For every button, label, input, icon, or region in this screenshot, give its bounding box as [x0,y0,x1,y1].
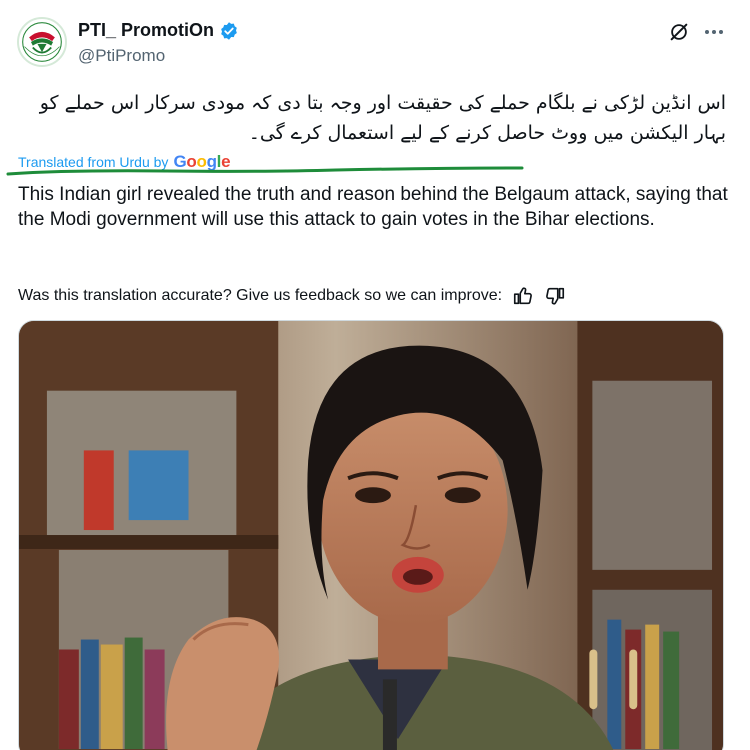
feedback-prompt: Was this translation accurate? Give us f… [18,287,503,304]
author-handle[interactable]: @PtiPromo [78,46,165,66]
translated-post-text: This Indian girl revealed the truth and … [18,184,728,230]
verified-badge-icon[interactable] [219,21,239,41]
thumbs-down-icon[interactable] [544,285,566,307]
translation-feedback: Was this translation accurate? Give us f… [18,285,566,307]
hand-drawn-underline [6,166,524,176]
avatar[interactable] [17,17,67,67]
thumbs-up-icon[interactable] [512,285,534,307]
more-icon[interactable] [702,20,726,44]
original-post-text: اس انڈین لڑکی نے بلگام حملے کی حقیقت اور… [39,92,726,144]
grok-icon[interactable] [668,21,690,43]
pti-party-logo-icon [19,19,65,65]
author-display-name[interactable]: PTI_ PromotiOn [78,20,214,41]
video-thumbnail [19,321,723,750]
video-media[interactable] [18,320,724,750]
